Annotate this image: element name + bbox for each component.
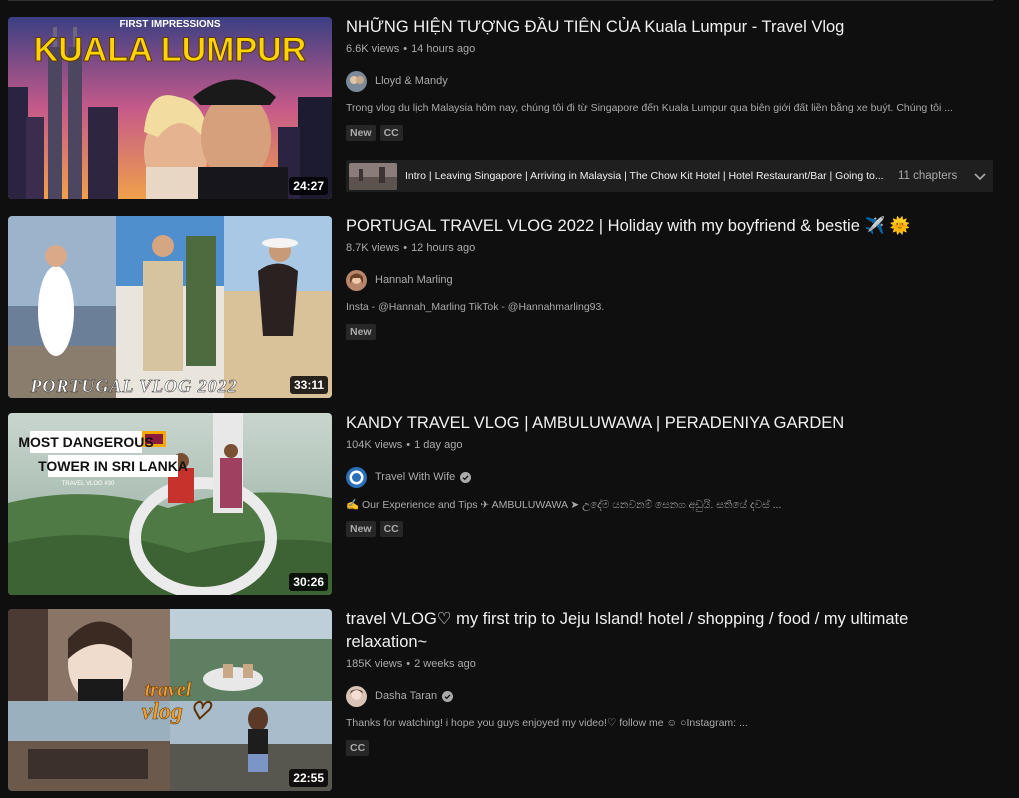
view-count: 185K views	[346, 658, 403, 670]
video-title[interactable]: KANDY TRAVEL VLOG | AMBULUWAWA | PERADEN…	[346, 412, 946, 435]
channel-avatar[interactable]	[346, 685, 367, 707]
view-count: 6.6K views	[346, 43, 400, 55]
video-description: Thanks for watching! i hope you guys enj…	[346, 717, 748, 729]
thumb-episode: TRAVEL VLOG #30	[62, 481, 115, 487]
channel-name[interactable]: Lloyd & Mandy	[375, 75, 448, 87]
thumb-title: travel	[145, 679, 192, 701]
chevron-down-icon[interactable]	[973, 169, 987, 183]
channel-row[interactable]: Travel With Wife	[346, 466, 993, 488]
badge-new: New	[346, 125, 376, 141]
video-result-3[interactable]: MOST DANGEROUS TOWER IN SRI LANKA TRAVEL…	[8, 413, 993, 595]
duration-badge: 33:11	[289, 376, 328, 394]
video-title[interactable]: NHỮNG HIỆN TƯỢNG ĐẦU TIÊN CỦA Kuala Lump…	[346, 16, 946, 39]
badge-row: New CC	[346, 125, 993, 141]
badge-row: New CC	[346, 521, 993, 537]
chapter-thumbnail	[349, 162, 397, 190]
divider	[8, 0, 993, 1]
video-thumbnail[interactable]: FIRST IMPRESSIONS KUALA LUMPUR 24:27	[8, 17, 332, 199]
thumb-title: KUALA LUMPUR	[34, 31, 307, 69]
video-description: Insta - @Hannah_Marling TikTok - @Hannah…	[346, 301, 605, 313]
thumb-title: PORTUGAL VLOG 2022	[29, 376, 237, 396]
thumb-subtitle: vlog ♡	[142, 699, 213, 725]
verified-check-icon	[442, 690, 454, 702]
channel-row[interactable]: Lloyd & Mandy	[346, 70, 993, 92]
badge-row: New	[346, 324, 993, 340]
thumb-title: TOWER IN SRI LANKA	[38, 458, 188, 474]
view-count: 8.7K views	[346, 242, 400, 254]
video-thumbnail[interactable]: travel vlog ♡ 22:55	[8, 609, 332, 791]
verified-check-icon	[460, 471, 472, 483]
thumb-title-top: MOST DANGEROUS	[18, 434, 153, 450]
channel-name[interactable]: Travel With Wife	[375, 471, 455, 483]
upload-age: 12 hours ago	[411, 242, 476, 254]
channel-row[interactable]: Dasha Taran	[346, 685, 993, 707]
thumb-subtitle: FIRST IMPRESSIONS	[119, 19, 220, 30]
channel-row[interactable]: Hannah Marling	[346, 269, 993, 291]
video-meta: 104K views • 1 day ago	[346, 439, 463, 451]
badge-new: New	[346, 521, 376, 537]
video-meta: 8.7K views • 12 hours ago	[346, 242, 476, 254]
duration-badge: 30:26	[289, 573, 328, 591]
chapters-list: Intro | Leaving Singapore | Arriving in …	[405, 170, 884, 182]
channel-name[interactable]: Hannah Marling	[375, 274, 453, 286]
channel-avatar[interactable]	[346, 269, 367, 291]
video-thumbnail[interactable]: PORTUGAL VLOG 2022 33:11	[8, 216, 332, 398]
video-result-4[interactable]: travel vlog ♡ 22:55 travel VLOG♡ my firs…	[8, 609, 993, 791]
channel-avatar[interactable]	[346, 466, 367, 488]
duration-badge: 22:55	[289, 769, 328, 787]
upload-age: 14 hours ago	[411, 43, 476, 55]
upload-age: 1 day ago	[414, 439, 463, 451]
video-title[interactable]: PORTUGAL TRAVEL VLOG 2022 | Holiday with…	[346, 215, 946, 238]
duration-badge: 24:27	[289, 177, 328, 195]
video-meta: 185K views • 2 weeks ago	[346, 658, 476, 670]
badge-row: CC	[346, 740, 993, 756]
video-result-2[interactable]: PORTUGAL VLOG 2022 33:11 PORTUGAL TRAVEL…	[8, 216, 993, 398]
view-count: 104K views	[346, 439, 403, 451]
channel-avatar[interactable]	[346, 70, 367, 92]
video-result-1[interactable]: FIRST IMPRESSIONS KUALA LUMPUR 24:27 NHỮ…	[8, 17, 993, 199]
badge-new: New	[346, 324, 376, 340]
chapters-count: 11 chapters	[898, 170, 958, 182]
badge-cc: CC	[379, 521, 403, 537]
video-thumbnail[interactable]: MOST DANGEROUS TOWER IN SRI LANKA TRAVEL…	[8, 413, 332, 595]
video-description: ✍️ Our Experience and Tips ✈ AMBULUWAWA …	[346, 499, 782, 511]
chapters-bar[interactable]: Intro | Leaving Singapore | Arriving in …	[346, 160, 993, 192]
video-meta: 6.6K views • 14 hours ago	[346, 43, 476, 55]
badge-cc: CC	[346, 740, 370, 756]
video-description: Trong vlog du lịch Malaysia hôm nay, chú…	[346, 102, 953, 114]
channel-name[interactable]: Dasha Taran	[375, 690, 437, 702]
upload-age: 2 weeks ago	[414, 658, 476, 670]
video-title[interactable]: travel VLOG♡ my first trip to Jeju Islan…	[346, 608, 946, 654]
badge-cc: CC	[379, 125, 403, 141]
